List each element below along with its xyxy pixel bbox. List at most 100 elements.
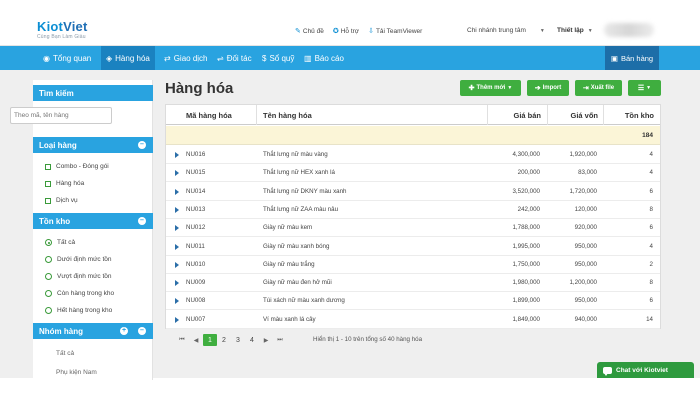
table-row[interactable]: NU008 Túi xách nữ màu xanh dương 1,899,000… bbox=[166, 292, 660, 311]
stock-option[interactable]: Tất cả bbox=[45, 239, 75, 246]
stock-panel-header[interactable]: Tồn kho – bbox=[33, 213, 153, 229]
chevron-down-icon: ▼ bbox=[587, 28, 593, 34]
col-header-name[interactable]: Tên hàng hóa bbox=[263, 105, 312, 125]
partner-icon: ⇌ bbox=[217, 53, 224, 63]
sell-button[interactable]: ▣ Bán hàng bbox=[605, 46, 659, 70]
collapse-icon[interactable]: – bbox=[138, 327, 146, 335]
chat-icon bbox=[603, 366, 612, 376]
branch-dropdown[interactable]: Chi nhánh trung tâm ▼ bbox=[467, 27, 545, 34]
page-button[interactable]: 1 bbox=[203, 334, 217, 346]
stock-option[interactable]: Dưới định mức tồn bbox=[45, 256, 112, 263]
category-option[interactable]: Combo - Đóng gói bbox=[45, 163, 109, 170]
radio[interactable] bbox=[45, 290, 52, 297]
category-option[interactable]: Hàng hóa bbox=[45, 180, 84, 187]
table-row[interactable]: NU016 Thắt lưng nữ màu vàng 4,300,000 1,920… bbox=[166, 146, 660, 164]
logo-tagline: Cùng Bạn Làm Giàu bbox=[37, 34, 86, 40]
page-button[interactable]: 3 bbox=[231, 334, 245, 346]
collapse-icon[interactable]: – bbox=[138, 141, 146, 149]
expand-row-icon[interactable] bbox=[175, 170, 179, 177]
logo[interactable]: KiotViet Cùng Bạn Làm Giàu bbox=[37, 20, 88, 40]
table-row[interactable]: NU009 Giày nữ màu đen hở mũi 1,980,000 1,20… bbox=[166, 274, 660, 293]
page-button[interactable]: 4 bbox=[245, 334, 259, 346]
stock-panel-title: Tồn kho bbox=[39, 216, 71, 226]
col-header-code[interactable]: Mã hàng hóa bbox=[186, 105, 232, 125]
table-row[interactable]: NU012 Giày nữ màu kem 1,788,000 920,000 6 bbox=[166, 219, 660, 238]
nav-item-label: Tổng quan bbox=[52, 53, 92, 63]
cart-icon: ▣ bbox=[610, 53, 618, 63]
table-row[interactable]: NU015 Thắt lưng nữ HEX xanh lá 200,000 83,0… bbox=[166, 164, 660, 183]
table-row[interactable]: NU010 Giày nữ màu trắng 1,750,000 950,000 2 bbox=[166, 256, 660, 274]
teamviewer-link[interactable]: ⇩ Tải TeamViewer bbox=[368, 27, 422, 36]
search-input[interactable] bbox=[10, 107, 112, 124]
stock-option[interactable]: Còn hàng trong kho bbox=[45, 290, 114, 297]
nav-item-label: Đối tác bbox=[226, 53, 252, 63]
expand-row-icon[interactable] bbox=[175, 206, 179, 213]
last-page-icon[interactable]: ⏭ bbox=[273, 334, 287, 346]
nav-item-label: Báo cáo bbox=[314, 53, 344, 63]
cell-cost: 1,720,000 bbox=[569, 187, 597, 195]
radio[interactable] bbox=[45, 256, 52, 263]
checkbox[interactable] bbox=[45, 180, 51, 187]
col-header-cost[interactable]: Giá vốn bbox=[549, 105, 598, 125]
expand-row-icon[interactable] bbox=[175, 243, 179, 250]
cell-name: Giày nữ màu đen hở mũi bbox=[263, 279, 332, 287]
checkbox[interactable] bbox=[45, 163, 51, 170]
table-row[interactable]: NU007 Ví màu xanh lá cây 1,849,000 940,000 1… bbox=[166, 311, 660, 329]
cell-code: NU014 bbox=[186, 187, 206, 195]
download-icon: ⇩ bbox=[368, 28, 374, 35]
table-row[interactable]: NU014 Thắt lưng nữ DKNY màu xanh 3,520,000… bbox=[166, 183, 660, 201]
cell-stock: 8 bbox=[649, 279, 653, 287]
cell-price: 1,980,000 bbox=[512, 279, 540, 287]
top-bar: KiotViet Cùng Bạn Làm Giàu ✎ Chủ đề ✪ Hỗ t… bbox=[0, 0, 700, 46]
category-panel-header[interactable]: Loại hàng – bbox=[33, 137, 153, 153]
group-item[interactable]: Phụ kiện Nam bbox=[56, 369, 97, 376]
checkbox[interactable] bbox=[45, 197, 51, 204]
cell-stock: 4 bbox=[649, 169, 653, 177]
nav-item-cashbook[interactable]: $ Sổ quỹ bbox=[257, 46, 299, 70]
add-new-button[interactable]: ✚ Thêm mới ▼ bbox=[460, 80, 521, 96]
prev-page-icon[interactable]: ◀ bbox=[189, 334, 203, 346]
first-page-icon[interactable]: ⏮ bbox=[175, 334, 189, 346]
category-option[interactable]: Dịch vụ bbox=[45, 197, 78, 204]
radio[interactable] bbox=[45, 307, 52, 314]
page-button[interactable]: 2 bbox=[217, 334, 231, 346]
nav-item-overview[interactable]: ◉ Tổng quan bbox=[38, 46, 96, 70]
cell-name: Thắt lưng nữ ZAA màu nâu bbox=[263, 205, 339, 213]
settings-dropdown[interactable]: Thiết lập ▼ bbox=[557, 27, 593, 34]
nav-item-products[interactable]: ◈ Hàng hóa bbox=[101, 46, 155, 70]
expand-row-icon[interactable] bbox=[175, 280, 179, 287]
expand-row-icon[interactable] bbox=[175, 261, 179, 268]
nav-item-reports[interactable]: ▥ Báo cáo bbox=[299, 46, 349, 70]
support-link[interactable]: ✪ Hỗ trợ bbox=[333, 27, 359, 36]
expand-row-icon[interactable] bbox=[175, 188, 179, 195]
export-button[interactable]: ⇥ Xuất file bbox=[575, 80, 622, 96]
col-header-stock[interactable]: Tồn kho bbox=[605, 105, 654, 125]
next-page-icon[interactable]: ▶ bbox=[259, 334, 273, 346]
stock-option[interactable]: Vượt định mức tồn bbox=[45, 273, 112, 280]
col-header-price[interactable]: Giá bán bbox=[489, 105, 541, 125]
column-divider bbox=[547, 105, 548, 125]
collapse-icon[interactable]: – bbox=[138, 217, 146, 225]
groups-panel-header[interactable]: Nhóm hàng + – bbox=[33, 323, 153, 339]
theme-link[interactable]: ✎ Chủ đề bbox=[295, 27, 324, 36]
branch-label: Chi nhánh trung tâm bbox=[467, 27, 526, 34]
chat-button[interactable]: Chat với Kiotviet bbox=[597, 362, 694, 378]
expand-row-icon[interactable] bbox=[175, 316, 179, 323]
expand-row-icon[interactable] bbox=[175, 298, 179, 305]
radio[interactable] bbox=[45, 239, 52, 246]
summary-row: 184 bbox=[166, 126, 660, 145]
radio[interactable] bbox=[45, 273, 52, 280]
expand-row-icon[interactable] bbox=[175, 225, 179, 232]
cell-name: Giày nữ màu xanh bóng bbox=[263, 242, 330, 250]
column-menu-button[interactable]: ☰ ▼ bbox=[628, 80, 661, 96]
group-item[interactable]: Tất cả bbox=[56, 350, 74, 357]
table-row[interactable]: NU013 Thắt lưng nữ ZAA màu nâu 242,000 120,… bbox=[166, 201, 660, 219]
user-menu[interactable] bbox=[604, 23, 654, 37]
table-row[interactable]: NU011 Giày nữ màu xanh bóng 1,995,000 950,0… bbox=[166, 238, 660, 256]
nav-item-transactions[interactable]: ⇄ Giao dịch bbox=[159, 46, 213, 70]
stock-option[interactable]: Hết hàng trong kho bbox=[45, 307, 112, 314]
add-group-icon[interactable]: + bbox=[120, 327, 128, 335]
nav-item-partners[interactable]: ⇌ Đối tác bbox=[212, 46, 257, 70]
expand-row-icon[interactable] bbox=[175, 152, 179, 158]
import-button[interactable]: ➔ Import bbox=[527, 80, 569, 96]
